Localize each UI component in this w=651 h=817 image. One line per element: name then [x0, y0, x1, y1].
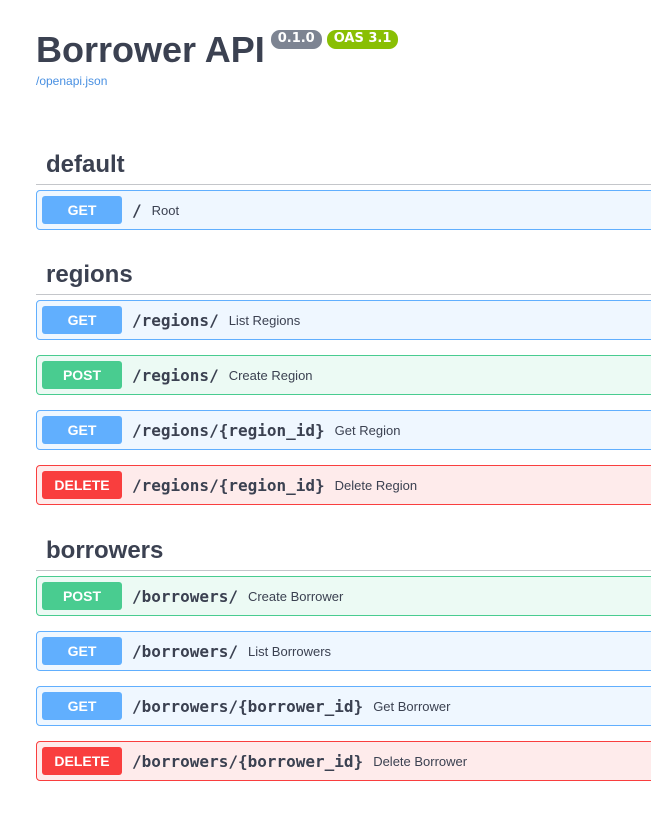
- version-badge: 0.1.0: [270, 30, 322, 49]
- tag-section-borrowers: borrowers POST /borrowers/ Create Borrow…: [36, 531, 651, 781]
- operation-summary: Get Borrower: [373, 698, 451, 714]
- operation-list-regions[interactable]: GET /regions/ List Regions: [36, 300, 651, 340]
- openapi-json-link[interactable]: /openapi.json: [36, 74, 398, 88]
- operation-get-region[interactable]: GET /regions/{region_id} Get Region: [36, 410, 651, 450]
- operation-summary: Get Region: [334, 422, 401, 438]
- operation-path: /regions/{region_id}: [132, 420, 325, 440]
- operation-summary: List Regions: [228, 312, 301, 328]
- title-row: Borrower API 0.1.0 OAS 3.1: [36, 28, 399, 72]
- tag-header-borrowers[interactable]: borrowers: [36, 531, 651, 571]
- api-title: Borrower API: [36, 29, 265, 70]
- operation-path: /regions/: [132, 310, 219, 330]
- tag-name: default: [46, 150, 125, 178]
- operation-summary: Create Borrower: [247, 588, 344, 604]
- operation-summary: Delete Borrower: [373, 753, 468, 769]
- operation-path: /borrowers/: [132, 586, 238, 606]
- operation-create-borrower[interactable]: POST /borrowers/ Create Borrower: [36, 576, 651, 616]
- method-badge: GET: [42, 306, 122, 334]
- operation-path: /borrowers/{borrower_id}: [132, 751, 364, 771]
- operation-path: /regions/{region_id}: [132, 475, 325, 495]
- operation-create-region[interactable]: POST /regions/ Create Region: [36, 355, 651, 395]
- method-badge: GET: [42, 692, 122, 720]
- method-badge: GET: [42, 416, 122, 444]
- operation-summary: List Borrowers: [247, 643, 332, 659]
- method-badge: DELETE: [42, 471, 122, 499]
- method-badge: POST: [42, 361, 122, 389]
- tag-header-default[interactable]: default: [36, 145, 651, 185]
- tag-header-regions[interactable]: regions: [36, 255, 651, 295]
- method-badge: DELETE: [42, 747, 122, 775]
- method-badge: GET: [42, 637, 122, 665]
- tag-section-default: default GET / Root: [36, 145, 651, 230]
- tag-section-regions: regions GET /regions/ List Regions POST …: [36, 255, 651, 505]
- operation-get-root[interactable]: GET / Root: [36, 190, 651, 230]
- operation-delete-borrower[interactable]: DELETE /borrowers/{borrower_id} Delete B…: [36, 741, 651, 781]
- tag-name: regions: [46, 260, 133, 288]
- method-badge: POST: [42, 582, 122, 610]
- operation-path: /borrowers/{borrower_id}: [132, 696, 364, 716]
- operation-list-borrowers[interactable]: GET /borrowers/ List Borrowers: [36, 631, 651, 671]
- oas-badge: OAS 3.1: [326, 30, 399, 49]
- operation-summary: Create Region: [228, 367, 313, 383]
- method-badge: GET: [42, 196, 122, 224]
- operation-path: /borrowers/: [132, 641, 238, 661]
- operation-summary: Delete Region: [334, 477, 418, 493]
- operation-path: /regions/: [132, 365, 219, 385]
- tag-name: borrowers: [46, 536, 164, 564]
- operation-summary: Root: [151, 202, 180, 218]
- swagger-page: Borrower API 0.1.0 OAS 3.1 /openapi.json…: [0, 0, 651, 817]
- operation-get-borrower[interactable]: GET /borrowers/{borrower_id} Get Borrowe…: [36, 686, 651, 726]
- api-info: Borrower API 0.1.0 OAS 3.1 /openapi.json: [36, 28, 399, 88]
- operation-delete-region[interactable]: DELETE /regions/{region_id} Delete Regio…: [36, 465, 651, 505]
- operation-path: /: [132, 200, 142, 220]
